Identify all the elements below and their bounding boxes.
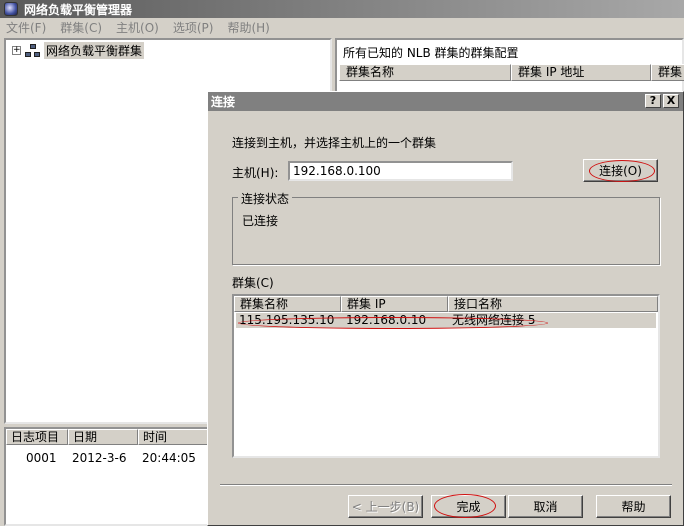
dialog-title-bar: 连接 ? X [208, 92, 683, 111]
log-row-time: 20:44:05 [142, 451, 196, 465]
log-pane: 日志项目 日期 时间 0001 2012-3-6 20:44:05 [4, 427, 210, 526]
cluster-list[interactable]: 群集名称 群集 IP 接口名称 115.195.135.10 192.168.0… [232, 294, 660, 458]
menu-cluster[interactable]: 群集(C) [60, 19, 102, 36]
connect-dialog: 连接 ? X 连接到主机，并选择主机上的一个群集 主机(H): 192.168.… [207, 91, 684, 526]
menu-host[interactable]: 主机(O) [116, 19, 159, 36]
cluster-config-pane: 所有已知的 NLB 群集的群集配置 群集名称 群集 IP 地址 群集 [335, 38, 684, 98]
window-title: 网络负载平衡管理器 [24, 2, 133, 17]
clusters-label: 群集(C) [232, 276, 274, 290]
dialog-title: 连接 [211, 95, 236, 109]
cluster-network-icon [25, 43, 41, 58]
menu-options[interactable]: 选项(P) [173, 19, 214, 36]
col-cluster-extra[interactable]: 群集 [651, 64, 684, 81]
menu-help[interactable]: 帮助(H) [227, 19, 269, 36]
log-row-item: 0001 [26, 451, 57, 465]
tree-item-label: 网络负载平衡群集 [44, 42, 145, 59]
nlb-app-icon [4, 2, 18, 16]
col-cluster-name[interactable]: 群集名称 [339, 64, 511, 81]
host-label: 主机(H): [232, 166, 279, 180]
log-col-item[interactable]: 日志项目 [6, 429, 68, 445]
connection-status-text: 已连接 [242, 214, 279, 228]
expand-plus-icon[interactable]: + [12, 46, 21, 55]
tree-item-nlb-clusters[interactable]: + 网络负载平衡群集 [12, 42, 145, 59]
log-col-date[interactable]: 日期 [68, 429, 138, 445]
cluster-config-header: 所有已知的 NLB 群集的群集配置 [343, 46, 519, 60]
connection-status-group: 连接状态 已连接 [232, 190, 660, 265]
col-cluster-ip[interactable]: 群集 IP 地址 [511, 64, 651, 81]
log-col-time[interactable]: 时间 [138, 429, 210, 445]
menu-file[interactable]: 文件(F) [6, 19, 46, 36]
connection-status-legend: 连接状态 [238, 190, 293, 207]
help-button[interactable]: 帮助 [596, 495, 671, 518]
finish-annotation-ellipse [434, 494, 496, 518]
main-title-bar: 网络负载平衡管理器 [0, 0, 684, 18]
cluster-row-annotation-ellipse [238, 317, 548, 329]
help-question-icon[interactable]: ? [645, 94, 661, 108]
cluster-col-interface[interactable]: 接口名称 [448, 296, 658, 312]
cluster-col-name[interactable]: 群集名称 [234, 296, 341, 312]
back-button[interactable]: < 上一步(B) [348, 495, 423, 518]
cancel-button[interactable]: 取消 [508, 495, 583, 518]
host-input[interactable]: 192.168.0.100 [288, 161, 513, 181]
log-row-date: 2012-3-6 [72, 451, 127, 465]
dialog-instruction: 连接到主机，并选择主机上的一个群集 [232, 136, 437, 150]
connect-annotation-ellipse [589, 160, 655, 182]
dialog-separator [220, 484, 672, 486]
cluster-col-ip[interactable]: 群集 IP [341, 296, 448, 312]
menu-bar: 文件(F) 群集(C) 主机(O) 选项(P) 帮助(H) [0, 18, 684, 37]
close-icon[interactable]: X [663, 94, 679, 108]
